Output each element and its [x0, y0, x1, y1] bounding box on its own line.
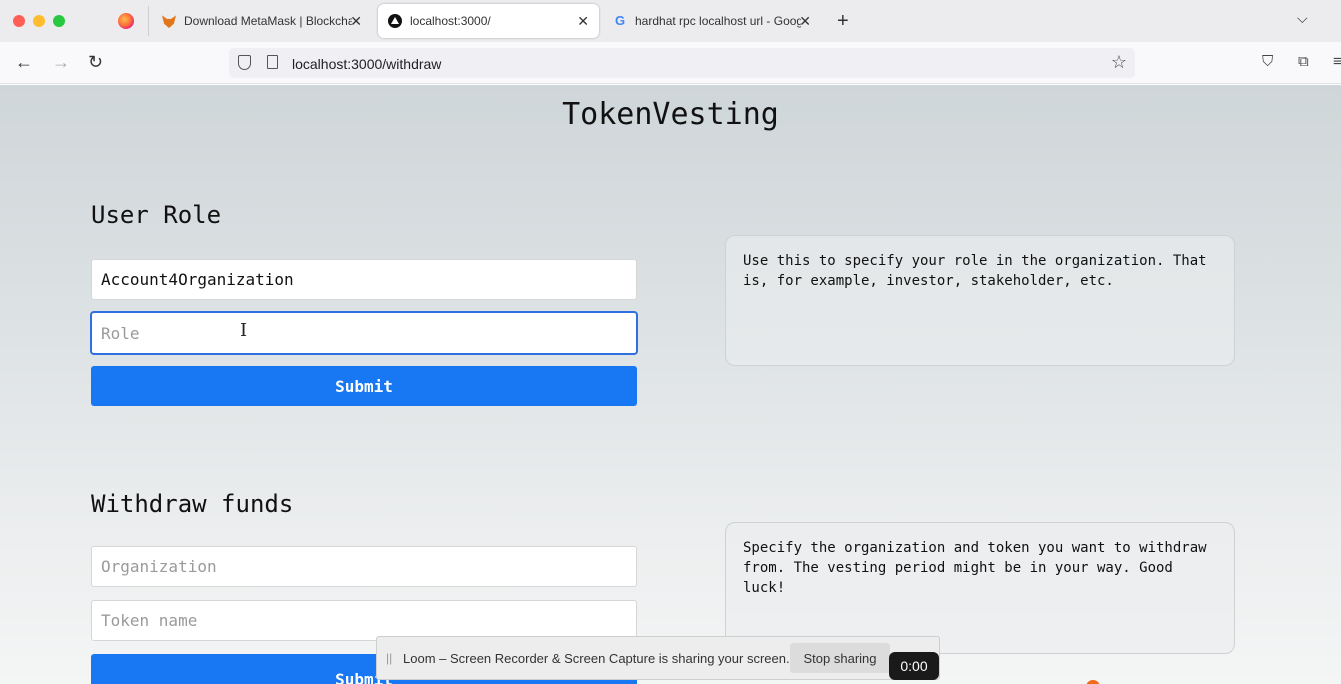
submit-role-button[interactable]: Submit — [91, 366, 637, 406]
bookmark-star-icon[interactable]: ☆ — [1111, 52, 1127, 73]
app-title: TokenVesting — [562, 97, 779, 132]
page-content: TokenVesting User Role Submit Use this t… — [0, 85, 1341, 684]
reload-icon[interactable]: ↻ — [88, 52, 103, 73]
shield-icon[interactable] — [238, 55, 251, 70]
new-tab-icon[interactable]: + — [837, 10, 849, 33]
menu-icon[interactable]: ≡ — [1333, 53, 1341, 70]
tab-metamask[interactable]: Download MetaMask | Blockchain Wallet ✕ — [152, 4, 372, 38]
loom-sharing-message: Loom – Screen Recorder & Screen Capture … — [403, 651, 790, 666]
tab-localhost[interactable]: localhost:3000/ ✕ — [378, 4, 599, 38]
tab-google-search[interactable]: G hardhat rpc localhost url - Google Sea… — [603, 4, 821, 38]
user-role-heading: User Role — [91, 201, 222, 229]
close-tab-icon[interactable]: ✕ — [350, 13, 362, 30]
firefox-icon[interactable] — [118, 13, 134, 29]
localhost-triangle-icon — [388, 14, 402, 28]
minimize-window-button[interactable] — [33, 15, 45, 27]
tab-title: hardhat rpc localhost url - Google Searc… — [635, 14, 801, 28]
google-g-icon: G — [614, 13, 626, 28]
withdraw-funds-heading: Withdraw funds — [91, 490, 294, 518]
browser-nav-bar: ← → ↻ localhost:3000/withdraw ☆ ⛉ ⧉ ≡ — [0, 42, 1341, 84]
role-field[interactable] — [90, 311, 638, 355]
withdraw-info-box: Specify the organization and token you w… — [725, 522, 1235, 654]
maximize-window-button[interactable] — [53, 15, 65, 27]
close-tab-icon[interactable]: ✕ — [577, 13, 589, 30]
close-tab-icon[interactable]: ✕ — [799, 13, 811, 30]
tab-title: localhost:3000/ — [410, 14, 491, 28]
extensions-icon[interactable]: ⧉ — [1298, 53, 1309, 70]
page-info-icon[interactable] — [267, 55, 278, 69]
url-text[interactable]: localhost:3000/withdraw — [292, 56, 441, 72]
organization-field[interactable] — [91, 259, 637, 300]
forward-arrow-icon[interactable]: → — [52, 52, 70, 73]
text-cursor-icon: I — [240, 320, 248, 341]
close-window-button[interactable] — [13, 15, 25, 27]
withdraw-organization-field[interactable] — [91, 546, 637, 587]
browser-tab-bar: Download MetaMask | Blockchain Wallet ✕ … — [0, 0, 1341, 42]
user-role-info-box: Use this to specify your role in the org… — [725, 235, 1235, 366]
loom-sharing-bar: || Loom – Screen Recorder & Screen Captu… — [376, 636, 940, 680]
pocket-icon[interactable]: ⛉ — [1262, 53, 1273, 70]
tab-separator — [148, 6, 149, 36]
tab-title: Download MetaMask | Blockchain Wallet — [184, 14, 352, 28]
list-all-tabs-chevron-icon[interactable]: ⌵ — [1297, 10, 1308, 27]
url-bar[interactable]: localhost:3000/withdraw ☆ — [229, 48, 1135, 78]
token-name-field[interactable] — [91, 600, 637, 641]
metamask-fox-icon — [162, 15, 176, 28]
back-arrow-icon[interactable]: ← — [15, 52, 33, 73]
recording-timer: 0:00 — [889, 652, 939, 680]
drag-handle-icon[interactable]: || — [386, 651, 392, 665]
stop-sharing-button[interactable]: Stop sharing — [790, 643, 890, 673]
